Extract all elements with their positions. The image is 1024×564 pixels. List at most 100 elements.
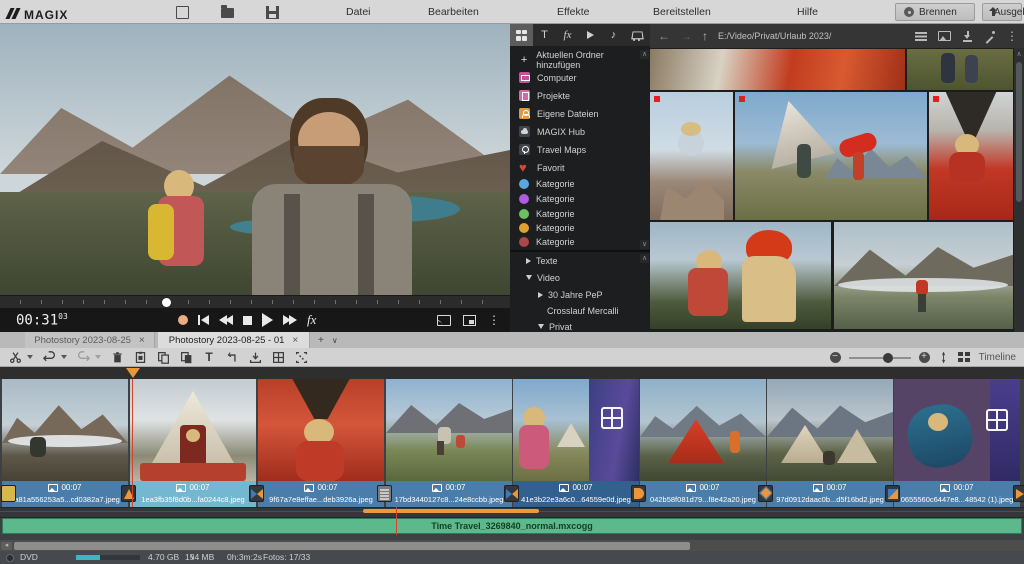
skip-start-button[interactable] bbox=[198, 315, 209, 325]
forward-icon[interactable]: → bbox=[680, 29, 692, 43]
fit-timeline-icon[interactable] bbox=[938, 352, 950, 364]
menu-bearbeiten[interactable]: Bearbeiten bbox=[424, 0, 483, 24]
optimize-icon[interactable] bbox=[984, 31, 995, 42]
transitions-tab-icon[interactable] bbox=[579, 24, 602, 46]
timeline-ruler[interactable] bbox=[0, 367, 1024, 379]
undo-options-icon[interactable] bbox=[61, 355, 67, 359]
preview-menu-icon[interactable]: ⋮ bbox=[488, 315, 500, 325]
tree-item-video[interactable]: Video bbox=[526, 270, 656, 285]
timeline-playhead[interactable] bbox=[126, 368, 140, 378]
folders-scroll-down[interactable]: ∨ bbox=[640, 240, 649, 249]
cast-icon[interactable] bbox=[437, 315, 451, 326]
transition-icon[interactable] bbox=[631, 485, 646, 502]
stop-button[interactable] bbox=[243, 316, 252, 325]
transition-icon[interactable] bbox=[249, 485, 264, 502]
zoom-slider[interactable] bbox=[849, 357, 911, 359]
export-scene-icon[interactable] bbox=[248, 350, 262, 364]
timeline-clip[interactable]: 00:07 0655560c6447e8...48542 (1).jpeg bbox=[894, 379, 1020, 507]
import-icon[interactable] bbox=[962, 31, 973, 42]
paste-icon[interactable] bbox=[179, 350, 193, 364]
folder-travel-maps[interactable]: Travel Maps bbox=[510, 142, 642, 157]
zoom-in-button[interactable]: + bbox=[919, 352, 930, 363]
tab-photostory-1[interactable]: Photostory 2023-08-25 × bbox=[25, 332, 155, 348]
cut-icon[interactable] bbox=[8, 350, 22, 364]
fullscreen-icon[interactable] bbox=[463, 315, 476, 326]
preview-mode-icon[interactable] bbox=[938, 31, 951, 41]
target-medium[interactable]: DVD bbox=[20, 551, 38, 564]
cut-options-icon[interactable] bbox=[27, 355, 33, 359]
rewind-button[interactable] bbox=[219, 315, 233, 325]
menu-effekte[interactable]: Effekte bbox=[553, 0, 594, 24]
folder-kategorie-red[interactable]: Kategorie bbox=[510, 234, 642, 249]
timeline-clip-selected[interactable]: 00:07 1ea3fb35f8d0b...fa0244c8.jpeg bbox=[130, 379, 256, 507]
menu-bereitstellen[interactable]: Bereitstellen bbox=[649, 0, 715, 24]
timeline-clip[interactable]: 00:07 17bd3440127c8...24e8ccbb.jpeg bbox=[386, 379, 512, 507]
folder-favorit[interactable]: ♥Favorit bbox=[510, 160, 642, 175]
folder-kategorie-green[interactable]: Kategorie bbox=[510, 206, 642, 221]
photo-thumbnail[interactable] bbox=[907, 49, 1013, 90]
photo-thumbnail[interactable] bbox=[650, 49, 905, 90]
photo-thumbnail[interactable] bbox=[650, 222, 831, 329]
browser-scrollbar[interactable]: ∧ bbox=[1014, 48, 1024, 332]
folder-computer[interactable]: Computer bbox=[510, 70, 642, 85]
zoom-slider-knob[interactable] bbox=[883, 353, 893, 363]
photo-thumbnail[interactable] bbox=[834, 222, 1013, 329]
menu-hilfe[interactable]: Hilfe bbox=[793, 0, 822, 24]
save-icon[interactable] bbox=[266, 6, 279, 19]
folder-kategorie-orange[interactable]: Kategorie bbox=[510, 220, 642, 235]
effects-tab-icon[interactable]: fx bbox=[556, 24, 579, 46]
title-track[interactable] bbox=[0, 507, 1024, 518]
zoom-out-button[interactable]: − bbox=[830, 352, 841, 363]
timeline-clip[interactable]: 00:07 97d0912daac0b...d5f16bd2.jpeg bbox=[767, 379, 893, 507]
photo-thumbnail[interactable] bbox=[650, 92, 733, 220]
hscroll-left-arrow[interactable]: ◂ bbox=[1, 542, 12, 550]
transition-icon[interactable] bbox=[758, 485, 773, 502]
tree-item-texte[interactable]: Texte bbox=[526, 253, 656, 268]
timeline-mode-label[interactable]: Timeline bbox=[979, 352, 1016, 363]
video-preview[interactable] bbox=[0, 24, 510, 295]
undo-icon[interactable] bbox=[42, 350, 56, 364]
transition-icon[interactable] bbox=[377, 485, 392, 502]
folder-kategorie-blue[interactable]: Kategorie bbox=[510, 176, 642, 191]
transition-icon[interactable] bbox=[121, 485, 136, 502]
folder-projekte[interactable]: Projekte bbox=[510, 88, 642, 103]
record-button[interactable] bbox=[178, 315, 188, 325]
brennen-button[interactable]: Brennen bbox=[895, 3, 975, 21]
folders-scroll-up[interactable]: ∧ bbox=[640, 50, 649, 59]
tab-close-icon[interactable]: × bbox=[292, 335, 298, 346]
tree-scroll-up[interactable]: ∧ bbox=[640, 254, 649, 263]
photo-thumbnail[interactable] bbox=[735, 92, 927, 220]
new-project-icon[interactable] bbox=[176, 6, 189, 19]
storyboard-mode-icon[interactable] bbox=[958, 352, 971, 363]
add-current-folder[interactable]: + Aktuellen Ordner hinzufügen bbox=[510, 52, 642, 67]
tree-item-30-jahre-pep[interactable]: 30 Jahre PeP bbox=[538, 287, 668, 302]
cut-clipboard-icon[interactable] bbox=[133, 350, 147, 364]
audio-track-clip[interactable]: Time Travel_3269840_normal.mxcogg bbox=[2, 518, 1022, 534]
group-objects-icon[interactable] bbox=[294, 350, 308, 364]
timeline-clip[interactable]: 00:07 0a81a556253a5...cd0382a7.jpeg bbox=[2, 379, 128, 507]
play-button[interactable] bbox=[262, 313, 273, 327]
preview-scrubber[interactable] bbox=[0, 295, 510, 308]
redo-options-icon[interactable] bbox=[95, 355, 101, 359]
menu-datei[interactable]: Datei bbox=[342, 0, 375, 24]
title-tool-icon[interactable]: T bbox=[202, 350, 216, 364]
transition-slot-icon[interactable] bbox=[1, 485, 16, 502]
back-icon[interactable]: ← bbox=[658, 29, 670, 43]
hscroll-thumb[interactable] bbox=[14, 542, 690, 550]
up-icon[interactable]: ↑ bbox=[702, 29, 708, 43]
new-tab-button[interactable]: + bbox=[318, 335, 324, 346]
fast-forward-button[interactable] bbox=[283, 315, 297, 325]
browser-scroll-up[interactable]: ∧ bbox=[1014, 50, 1024, 58]
transition-icon[interactable] bbox=[885, 485, 900, 502]
copy-icon[interactable] bbox=[156, 350, 170, 364]
timeline-clip[interactable]: 00:07 042b58f081d79...f8e42a20.jpeg bbox=[640, 379, 766, 507]
title-object[interactable] bbox=[363, 509, 539, 513]
text-tab-icon[interactable]: T bbox=[533, 24, 556, 46]
redo-icon[interactable] bbox=[76, 350, 90, 364]
tab-close-icon[interactable]: × bbox=[139, 335, 145, 346]
transition-icon[interactable] bbox=[1013, 485, 1024, 502]
open-project-icon[interactable] bbox=[221, 8, 234, 18]
collage-icon[interactable] bbox=[271, 350, 285, 364]
folder-kategorie-purple[interactable]: Kategorie bbox=[510, 191, 642, 206]
tab-list-button[interactable]: ∨ bbox=[332, 336, 338, 345]
